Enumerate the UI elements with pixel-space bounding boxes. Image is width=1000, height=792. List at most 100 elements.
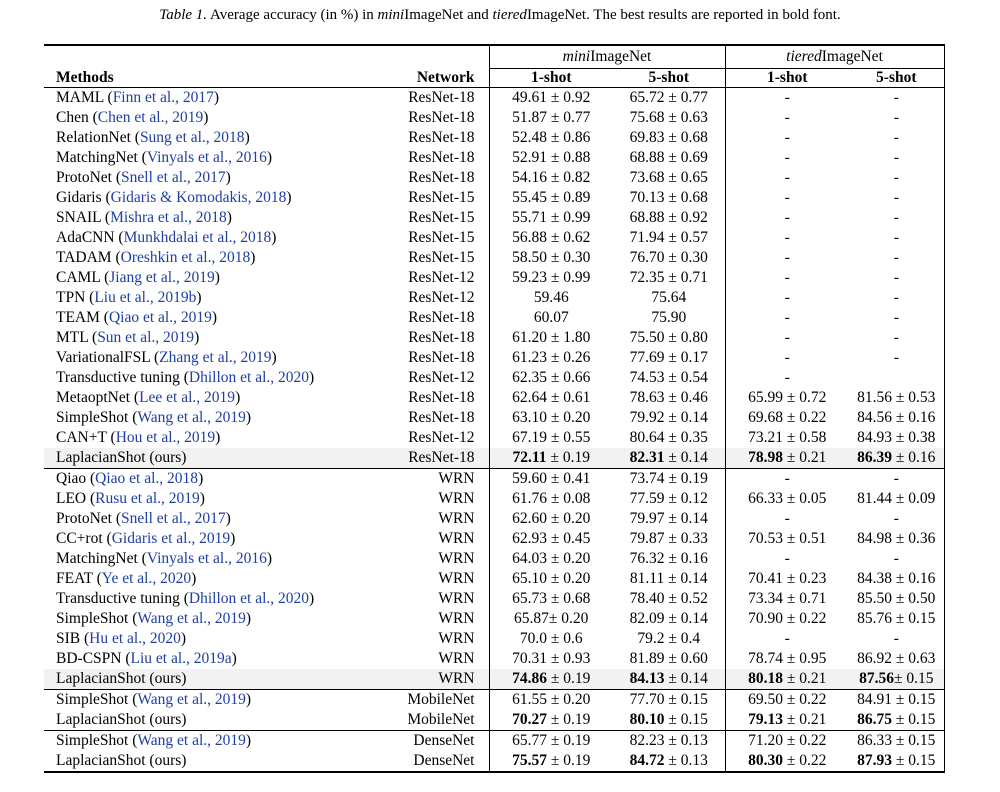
citation-link[interactable]: Hu et al., 2020 bbox=[89, 630, 181, 647]
citation-link[interactable]: Gidaris et al., 2019 bbox=[112, 530, 230, 547]
method-name: SIB ( bbox=[56, 630, 90, 647]
std-value: ± 0.19 bbox=[546, 670, 591, 687]
method-cell: SimpleShot (Wang et al., 2019) bbox=[44, 408, 374, 428]
citation-link[interactable]: Sun et al., 2019 bbox=[97, 329, 194, 346]
citation-link[interactable]: Gidaris & Komodakis, 2018 bbox=[111, 189, 287, 206]
citation-link[interactable]: Ye et al., 2020 bbox=[102, 570, 191, 587]
mini-1shot-cell: 61.55 ± 0.20 bbox=[488, 689, 613, 710]
mini-1shot-cell: 75.57 ± 0.19 bbox=[488, 751, 613, 773]
method-cell: Qiao (Qiao et al., 2018) bbox=[44, 468, 374, 489]
citation-link[interactable]: Sung et al., 2018 bbox=[140, 129, 245, 146]
tiered-1shot-cell: - bbox=[724, 188, 850, 208]
citation-link[interactable]: Wang et al., 2019 bbox=[137, 409, 246, 426]
citation-link[interactable]: Qiao et al., 2019 bbox=[109, 309, 212, 326]
method-cell: Gidaris (Gidaris & Komodakis, 2018) bbox=[44, 188, 374, 208]
method-cell: Transductive tuning (Dhillon et al., 202… bbox=[44, 589, 374, 609]
mini-1shot-cell: 64.03 ± 0.20 bbox=[488, 549, 613, 569]
network-cell: ResNet-15 bbox=[408, 209, 475, 226]
citation-link[interactable]: Snell et al., 2017 bbox=[121, 510, 226, 527]
citation-link[interactable]: Dhillon et al., 2020 bbox=[189, 369, 309, 386]
mini-1shot-cell: 62.64 ± 0.61 bbox=[488, 388, 613, 408]
citation-link[interactable]: Dhillon et al., 2020 bbox=[189, 590, 309, 607]
citation-link[interactable]: Jiang et al., 2019 bbox=[109, 269, 214, 286]
network-cell: WRN bbox=[374, 468, 489, 489]
citation-link[interactable]: Wang et al., 2019 bbox=[137, 732, 246, 749]
tiered-5shot-cell: 86.33 ± 0.15 bbox=[849, 730, 945, 751]
citation-link[interactable]: Liu et al., 2019a bbox=[131, 650, 232, 667]
tiered-1shot-cell: - bbox=[724, 87, 850, 108]
mini-1shot-cell: 70.31 ± 0.93 bbox=[488, 649, 613, 669]
table-row: MetaoptNet (Lee et al., 2019) ResNet-18 62… bbox=[44, 388, 945, 408]
mini-1shot-cell: 55.45 ± 0.89 bbox=[488, 188, 613, 208]
method-close: ) bbox=[235, 389, 241, 406]
method-name: LaplacianShot (ours) bbox=[56, 670, 187, 687]
mini-1shot-cell: 51.87 ± 0.77 bbox=[488, 108, 613, 128]
mini-5shot-cell: 72.35 ± 0.71 bbox=[629, 269, 708, 286]
method-cell: VariationalFSL (Zhang et al., 2019) bbox=[44, 348, 374, 368]
mini-5shot-cell: 77.70 ± 0.15 bbox=[613, 689, 726, 710]
mini-1shot-cell: 60.07 bbox=[488, 308, 613, 328]
citation-link[interactable]: Chen et al., 2019 bbox=[98, 109, 203, 126]
mini-5shot-cell: 68.88 ± 0.92 bbox=[629, 209, 708, 226]
citation-link[interactable]: Qiao et al., 2018 bbox=[95, 470, 198, 487]
citation-link[interactable]: Mishra et al., 2018 bbox=[110, 209, 227, 226]
tiered-5shot-cell: - bbox=[849, 208, 945, 228]
header-columns-row: Methods Network 1-shot 5-shot 1-shot 5-s… bbox=[44, 68, 945, 88]
table-row: MatchingNet (Vinyals et al., 2016) ResNet… bbox=[44, 148, 945, 168]
mini-5shot-cell: 78.63 ± 0.46 bbox=[629, 389, 708, 406]
citation-link[interactable]: Lee et al., 2019 bbox=[139, 389, 235, 406]
method-close: ) bbox=[250, 249, 256, 266]
method-close: ) bbox=[214, 269, 220, 286]
header-mini-5shot: 5-shot bbox=[648, 69, 689, 86]
std-value: ± 0.13 bbox=[664, 752, 708, 769]
citation-link[interactable]: Liu et al., 2019b bbox=[94, 289, 196, 306]
method-close: ) bbox=[245, 691, 252, 708]
results-table: miniImageNet tieredImageNet Methods Netw… bbox=[44, 44, 945, 773]
citation-link[interactable]: Zhang et al., 2019 bbox=[159, 349, 271, 366]
citation-link[interactable]: Rusu et al., 2019 bbox=[95, 490, 200, 507]
citation-link[interactable]: Munkhdalai et al., 2018 bbox=[124, 229, 272, 246]
network-cell: ResNet-12 bbox=[408, 289, 475, 306]
tiered-1shot-cell: - bbox=[724, 208, 850, 228]
citation-link[interactable]: Vinyals et al., 2016 bbox=[147, 550, 267, 567]
citation-link[interactable]: Hou et al., 2019 bbox=[116, 429, 215, 446]
tiered-5shot-cell: 86.92 ± 0.63 bbox=[849, 649, 945, 669]
method-cell: LEO (Rusu et al., 2019) bbox=[44, 489, 374, 509]
citation-link[interactable]: Snell et al., 2017 bbox=[121, 169, 226, 186]
mini-1shot-cell: 62.93 ± 0.45 bbox=[488, 529, 613, 549]
caption-mini-prefix: mini bbox=[377, 7, 405, 23]
std-value: ± 0.21 bbox=[783, 449, 827, 466]
mini-1shot-cell: 55.71 ± 0.99 bbox=[488, 208, 613, 228]
mini-5shot-cell: 81.11 ± 0.14 bbox=[629, 570, 708, 587]
citation-link[interactable]: Finn et al., 2017 bbox=[113, 89, 214, 106]
table-row: CC+rot (Gidaris et al., 2019) WRN 62.93 ± … bbox=[44, 529, 945, 549]
caption-text-b: ImageNet. The best results are reported … bbox=[526, 7, 841, 23]
network-cell: WRN bbox=[438, 530, 475, 547]
method-close: ) bbox=[245, 610, 252, 627]
method-cell: Chen (Chen et al., 2019) bbox=[44, 108, 374, 128]
tiered-1shot-cell: 80.30 ± 0.22 bbox=[724, 751, 850, 773]
method-cell: LaplacianShot (ours) bbox=[44, 751, 374, 773]
method-close: ) bbox=[191, 570, 197, 587]
tiered-1shot-cell: 65.99 ± 0.72 bbox=[724, 388, 850, 408]
network-cell: ResNet-15 bbox=[408, 189, 475, 206]
citation-link[interactable]: Oreshkin et al., 2018 bbox=[121, 249, 251, 266]
table-row: SIB (Hu et al., 2020) WRN 70.0 ± 0.6 79.2 ±… bbox=[44, 629, 945, 649]
method-name: SimpleShot ( bbox=[56, 409, 138, 426]
header-mini-1shot: 1-shot bbox=[488, 68, 613, 88]
citation-link[interactable]: Wang et al., 2019 bbox=[137, 691, 246, 708]
method-name: VariationalFSL ( bbox=[56, 349, 160, 366]
method-name: MatchingNet ( bbox=[56, 149, 147, 166]
network-cell: ResNet-18 bbox=[408, 389, 475, 406]
mini-5shot-cell: 75.50 ± 0.80 bbox=[629, 329, 708, 346]
tiered-1shot-cell: 69.68 ± 0.22 bbox=[724, 408, 850, 428]
citation-link[interactable]: Vinyals et al., 2016 bbox=[147, 149, 267, 166]
network-cell: WRN bbox=[438, 610, 475, 627]
method-cell: RelationNet (Sung et al., 2018) bbox=[44, 128, 374, 148]
citation-link[interactable]: Wang et al., 2019 bbox=[137, 610, 246, 627]
mini-5shot-cell: 74.53 ± 0.54 bbox=[629, 369, 708, 386]
mini-1shot-cell: 52.91 ± 0.88 bbox=[488, 148, 613, 168]
method-name: Gidaris ( bbox=[56, 189, 111, 206]
network-cell: ResNet-18 bbox=[408, 349, 475, 366]
tiered-1shot-cell: 66.33 ± 0.05 bbox=[724, 489, 850, 509]
